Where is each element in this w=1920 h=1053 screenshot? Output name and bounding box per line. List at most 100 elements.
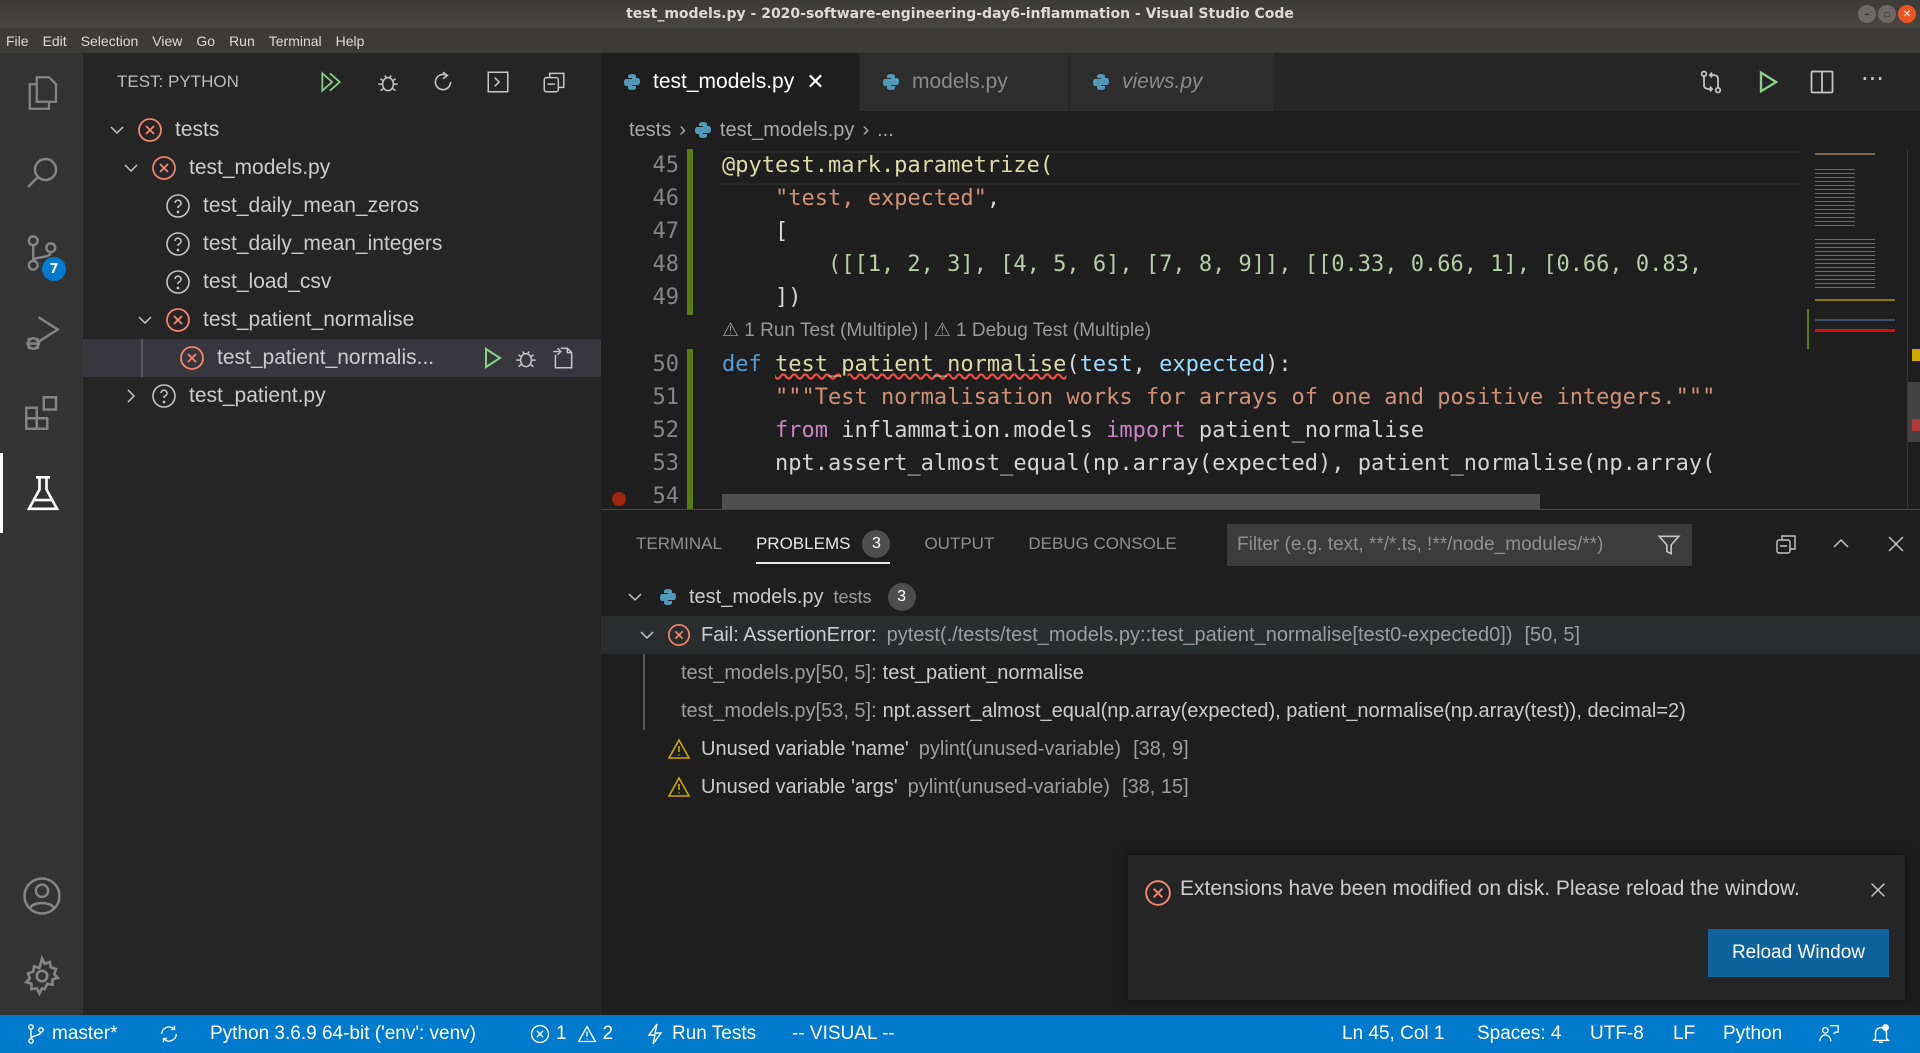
- tab-debug-console[interactable]: DEBUG CONSOLE: [1028, 510, 1176, 578]
- close-tab-icon[interactable]: ✕: [806, 69, 824, 95]
- explorer-button[interactable]: [0, 53, 83, 133]
- vertical-scrollbar[interactable]: [1907, 149, 1920, 509]
- maximize-panel-button[interactable]: [1829, 532, 1853, 561]
- cursor-position[interactable]: Ln 45, Col 1: [1342, 1015, 1444, 1053]
- run-all-tests-button[interactable]: [316, 67, 346, 97]
- line-number: 50: [652, 352, 680, 377]
- close-icon: [1888, 536, 1904, 552]
- tab-problems[interactable]: PROBLEMS 3: [755, 510, 891, 578]
- tab-models[interactable]: models.py: [860, 53, 1070, 111]
- minimap[interactable]: [1807, 149, 1907, 509]
- tree-item-test-load-csv[interactable]: test_load_csv: [83, 263, 601, 301]
- indentation[interactable]: Spaces: 4: [1477, 1015, 1562, 1053]
- window-title: test_models.py - 2020-software-engineeri…: [626, 6, 1294, 22]
- tab-terminal[interactable]: TERMINAL: [636, 510, 722, 578]
- close-window-button[interactable]: ✕: [1898, 5, 1916, 23]
- run-test-button[interactable]: [481, 345, 505, 377]
- minimize-button[interactable]: –: [1858, 5, 1876, 23]
- menu-terminal[interactable]: Terminal: [269, 33, 322, 49]
- chevron-down-icon: [628, 593, 642, 602]
- code-line: npt.assert_almost_equal(np.array(expecte…: [722, 451, 1716, 476]
- problems-filter-input[interactable]: Filter (e.g. text, **/*.ts, !**/node_mod…: [1227, 524, 1692, 566]
- show-test-output-button[interactable]: [483, 67, 513, 97]
- breadcrumb-file[interactable]: test_models.py: [720, 119, 855, 142]
- collapse-all-button[interactable]: [539, 67, 569, 97]
- chevron-right-icon: [121, 386, 141, 406]
- code-line: def test_patient_normalise(test, expecte…: [722, 352, 1292, 377]
- menu-selection[interactable]: Selection: [81, 33, 139, 49]
- menu-view[interactable]: View: [152, 33, 182, 49]
- breadcrumb-folder[interactable]: tests: [629, 119, 671, 142]
- testing-button[interactable]: [0, 453, 83, 533]
- open-changes-button[interactable]: [1697, 68, 1725, 100]
- tree-item-test-patient-normalise-case[interactable]: test_patient_normalis...: [83, 339, 601, 377]
- problem-item-error[interactable]: Fail: AssertionError: pytest(./tests/tes…: [601, 616, 1920, 654]
- code-token-error: test_patient_normalise: [774, 352, 1067, 377]
- play-icon: [1759, 70, 1779, 94]
- code-editor[interactable]: 45 @pytest.mark.parametrize( 46 "test, e…: [601, 149, 1801, 509]
- feedback-button[interactable]: [1818, 1015, 1840, 1053]
- filter-icon[interactable]: [1656, 532, 1682, 558]
- search-button[interactable]: [0, 133, 83, 213]
- close-panel-button[interactable]: [1884, 532, 1908, 561]
- branch-status[interactable]: master*: [26, 1015, 117, 1053]
- language-mode[interactable]: Python: [1723, 1015, 1782, 1053]
- codelens-run-debug[interactable]: ⚠ 1 Run Test (Multiple) | ⚠ 1 Debug Test…: [722, 319, 1151, 342]
- code-token: "test, expected": [774, 186, 987, 211]
- breadcrumb-symbol[interactable]: ...: [877, 119, 894, 142]
- tab-test-models[interactable]: test_models.py ✕: [601, 53, 860, 111]
- menu-go[interactable]: Go: [196, 33, 215, 49]
- debug-test-button[interactable]: [513, 345, 539, 377]
- line-number: 47: [652, 219, 680, 244]
- source-control-button[interactable]: 7: [0, 213, 83, 293]
- go-to-test-button[interactable]: [550, 345, 576, 377]
- collapse-all-button[interactable]: [1774, 532, 1798, 561]
- more-actions-icon[interactable]: ···: [1861, 65, 1884, 93]
- terminal-icon: [487, 71, 509, 93]
- horizontal-scrollbar[interactable]: [722, 494, 1540, 509]
- notifications-button[interactable]: [1870, 1015, 1892, 1053]
- extensions-button[interactable]: [0, 373, 83, 453]
- tree-item-test-daily-mean-zeros[interactable]: test_daily_mean_zeros: [83, 187, 601, 225]
- refresh-tests-button[interactable]: [428, 67, 458, 97]
- code-line: from inflammation.models import patient_…: [722, 418, 1424, 443]
- sync-button[interactable]: [158, 1015, 180, 1053]
- tree-label: test_patient_normalise: [203, 308, 415, 331]
- maximize-button[interactable]: ▫: [1878, 5, 1896, 23]
- error-icon: [151, 155, 177, 181]
- menu-run[interactable]: Run: [229, 33, 255, 49]
- tree-item-test-daily-mean-integers[interactable]: test_daily_mean_integers: [83, 225, 601, 263]
- python-interpreter[interactable]: Python 3.6.9 64-bit ('env': venv): [210, 1015, 476, 1053]
- tree-item-tests[interactable]: tests: [83, 111, 601, 149]
- tab-output[interactable]: OUTPUT: [924, 510, 994, 578]
- run-debug-button[interactable]: [0, 293, 83, 373]
- problem-item-warning[interactable]: Unused variable 'args' pylint(unused-var…: [601, 768, 1920, 806]
- reload-window-button[interactable]: Reload Window: [1708, 929, 1889, 977]
- problem-source: pylint(unused-variable): [907, 775, 1110, 798]
- run-tests-status[interactable]: Run Tests: [646, 1015, 756, 1053]
- problem-item-warning[interactable]: Unused variable 'name' pylint(unused-var…: [601, 730, 1920, 768]
- problems-count-badge: 3: [862, 530, 891, 558]
- menu-file[interactable]: File: [6, 33, 29, 49]
- accounts-button[interactable]: [0, 856, 83, 936]
- menu-edit[interactable]: Edit: [43, 33, 67, 49]
- related-info-item[interactable]: test_models.py[50, 5]: test_patient_norm…: [601, 654, 1920, 692]
- debug-all-tests-button[interactable]: [373, 67, 403, 97]
- beaker-icon: [26, 475, 60, 511]
- close-notification-button[interactable]: [1867, 879, 1889, 906]
- tree-item-test-patient-normalise[interactable]: test_patient_normalise: [83, 301, 601, 339]
- tree-label: test_daily_mean_zeros: [203, 194, 419, 217]
- tree-item-test-models[interactable]: test_models.py: [83, 149, 601, 187]
- problem-file-group[interactable]: test_models.py tests 3: [601, 578, 1920, 616]
- problems-status[interactable]: 1 2: [530, 1015, 613, 1053]
- code-token: import: [1106, 418, 1186, 443]
- manage-button[interactable]: [0, 936, 83, 1016]
- encoding[interactable]: UTF-8: [1590, 1015, 1644, 1053]
- tab-views[interactable]: views.py: [1070, 53, 1275, 111]
- related-info-item[interactable]: test_models.py[53, 5]: npt.assert_almost…: [601, 692, 1920, 730]
- menu-help[interactable]: Help: [336, 33, 365, 49]
- line-endings[interactable]: LF: [1673, 1015, 1695, 1053]
- split-editor-button[interactable]: [1808, 68, 1836, 100]
- run-file-button[interactable]: [1754, 68, 1782, 100]
- tree-item-test-patient[interactable]: test_patient.py: [83, 377, 601, 415]
